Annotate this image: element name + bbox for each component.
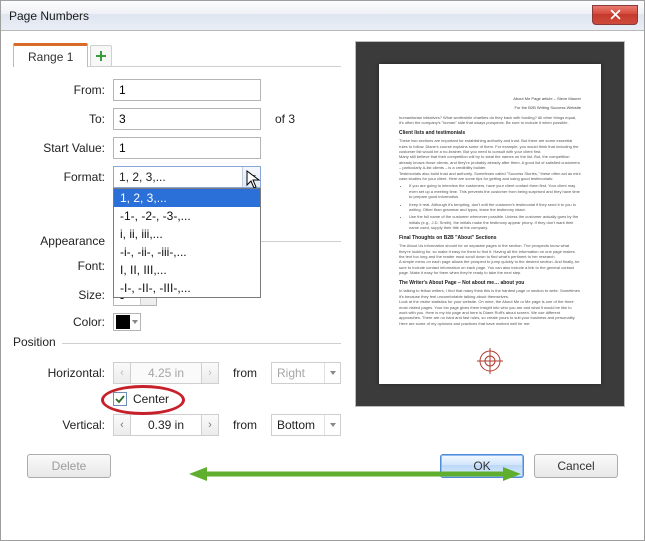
preview-text: For the B2B Writing Success Website xyxy=(399,105,581,110)
cancel-button[interactable]: Cancel xyxy=(534,454,618,478)
titlebar: Page Numbers xyxy=(1,1,644,31)
format-value: 1, 2, 3,... xyxy=(114,170,242,184)
preview-text: About Me Page article – Steve Maurer xyxy=(399,96,581,101)
annotation-ellipse xyxy=(101,385,185,415)
chevron-down-icon xyxy=(324,415,340,435)
plus-icon xyxy=(95,50,107,62)
chevron-down-icon xyxy=(130,320,140,324)
preview-heading: Client lists and testimonials xyxy=(399,130,581,137)
horizontal-value xyxy=(131,362,201,384)
horizontal-from-value: Right xyxy=(272,366,324,380)
format-label: Format: xyxy=(13,170,113,184)
start-value-input[interactable] xyxy=(113,137,261,159)
format-option[interactable]: I, II, III,... xyxy=(114,261,260,279)
to-input[interactable] xyxy=(113,108,261,130)
from-word: from xyxy=(233,418,257,432)
preview-heading: The Writer's About Page – Not about me… … xyxy=(399,280,581,287)
from-word: from xyxy=(233,366,257,380)
crosshair-icon xyxy=(477,348,503,374)
vertical-spinner[interactable]: ‹ › xyxy=(113,414,219,436)
preview-text: A simple menu on each page allows the pr… xyxy=(399,259,581,275)
format-dropdown[interactable]: 1, 2, 3,... -1-, -2-, -3-,... i, ii, iii… xyxy=(113,188,261,298)
position-legend: Position xyxy=(13,335,62,349)
window-title: Page Numbers xyxy=(9,9,89,23)
preview-text: In talking to fellow writers, I find tha… xyxy=(399,288,581,299)
horizontal-spinner: ‹ › xyxy=(113,362,219,384)
preview-text: Look at the visitor statistics for your … xyxy=(399,299,581,321)
spin-up-button: › xyxy=(201,362,219,384)
format-option[interactable]: -i-, -ii-, -iii-,... xyxy=(114,243,260,261)
add-range-button[interactable] xyxy=(90,45,112,67)
color-picker[interactable] xyxy=(113,313,141,331)
color-swatch xyxy=(116,315,130,329)
format-combo[interactable]: 1, 2, 3,... 1, 2, 3,... -1-, -2-, -3-,..… xyxy=(113,166,261,188)
color-label: Color: xyxy=(13,315,113,329)
vertical-from-value: Bottom xyxy=(272,418,324,432)
appearance-label: Appearance xyxy=(13,234,113,248)
from-input[interactable] xyxy=(113,79,261,101)
preview-page: About Me Page article – Steve Maurer For… xyxy=(379,64,601,384)
format-option[interactable]: i, ii, iii,... xyxy=(114,225,260,243)
spin-up-button[interactable]: › xyxy=(201,414,219,436)
preview-text: Use the full name of the customer whenev… xyxy=(409,214,581,230)
format-option[interactable]: -I-, -II-, -III-,... xyxy=(114,279,260,297)
horizontal-label: Horizontal: xyxy=(13,366,113,380)
horizontal-from-combo: Right xyxy=(271,362,341,384)
format-option[interactable]: -1-, -2-, -3-,... xyxy=(114,207,260,225)
ok-button[interactable]: OK xyxy=(440,454,524,478)
preview-text: Testimonials also build trust and author… xyxy=(399,171,581,182)
spin-down-button[interactable]: ‹ xyxy=(113,414,131,436)
to-label: To: xyxy=(13,112,113,126)
tab-range-1[interactable]: Range 1 xyxy=(13,43,88,67)
vertical-value[interactable] xyxy=(131,414,201,436)
preview-text: The About Us information should be on se… xyxy=(399,243,581,259)
preview-text: humanitarian initiatives? What worthwhil… xyxy=(399,115,581,126)
delete-button[interactable]: Delete xyxy=(27,454,111,478)
start-value-label: Start Value: xyxy=(13,141,113,155)
vertical-from-combo[interactable]: Bottom xyxy=(271,414,341,436)
page-total-label: of 3 xyxy=(275,112,295,126)
vertical-label: Vertical: xyxy=(13,418,113,432)
from-label: From: xyxy=(13,83,113,97)
preview-text: Keep it real. Although it's tempting, do… xyxy=(409,202,581,213)
window-close-button[interactable] xyxy=(592,5,638,25)
preview-heading: Final Thoughts on B2B "About" Sections xyxy=(399,235,581,242)
preview-text: Here are some of my opinions and practic… xyxy=(399,321,581,326)
font-label: Font: xyxy=(13,259,113,273)
preview-text: Many still believe that their competitio… xyxy=(399,154,581,170)
preview-text: If you are going to interview the custom… xyxy=(409,183,581,199)
close-icon xyxy=(610,9,621,20)
preview-text: These two sections are important for est… xyxy=(399,138,581,154)
range-tabs: Range 1 xyxy=(13,41,341,67)
format-option[interactable]: 1, 2, 3,... xyxy=(114,189,260,207)
size-label: Size: xyxy=(13,288,113,302)
chevron-down-icon xyxy=(324,363,340,383)
page-preview: About Me Page article – Steve Maurer For… xyxy=(355,41,625,407)
spin-down-button: ‹ xyxy=(113,362,131,384)
